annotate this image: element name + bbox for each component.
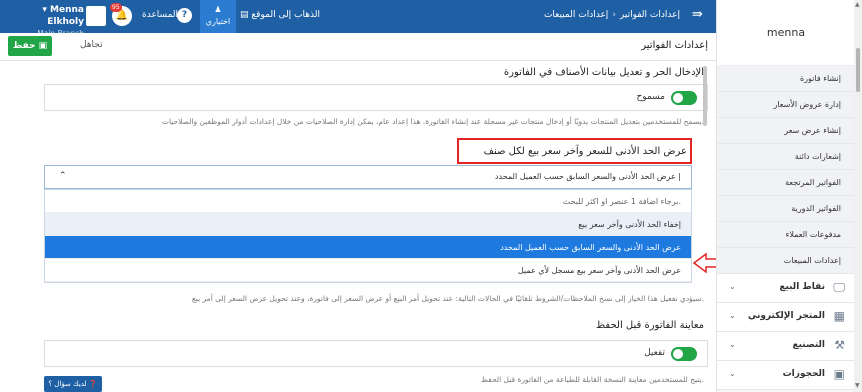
store-icon: ▦ bbox=[833, 309, 845, 323]
preview-toggle-label: تفعيل bbox=[644, 348, 665, 358]
calendar-icon: ▣ bbox=[833, 367, 845, 381]
sidebar-item-manage-quotes[interactable]: إدارة عروض الأسعار bbox=[717, 92, 855, 118]
free-entry-box: مسموح bbox=[44, 84, 708, 111]
sidebar-item-create-invoice[interactable]: إنشاء فاتورة bbox=[717, 66, 855, 92]
preview-toggle[interactable] bbox=[671, 347, 697, 361]
sidebar-item-create-quote[interactable]: إنشاء عرض سعر bbox=[717, 118, 855, 144]
sidebar-group-label: المتجر الإلكتروني bbox=[747, 311, 825, 321]
breadcrumb-separator-icon: ‹ bbox=[612, 10, 616, 20]
sidebar-item-returned-invoices[interactable]: الفواتير المرتجعة bbox=[717, 170, 855, 196]
sidebar-group-store[interactable]: ▦ المتجر الإلكتروني ⌄ bbox=[717, 303, 855, 332]
user-menu-caret: ▾ bbox=[42, 5, 47, 15]
sidebar-item-recurring-invoices[interactable]: الفواتير الدورية bbox=[717, 196, 855, 222]
chevron-down-icon: ⌄ bbox=[729, 340, 736, 349]
preview-title: معاينة الفاتورة قبل الحفظ bbox=[595, 320, 704, 331]
chevron-down-icon: ⌄ bbox=[729, 282, 736, 291]
person-icon: ♟ bbox=[214, 5, 222, 14]
ask-question-button[interactable]: لديك سؤال ؟ ❓ bbox=[44, 376, 102, 392]
sidebar-toggle-icon[interactable]: ⇛ bbox=[692, 7, 703, 22]
chevron-down-icon: ⌄ bbox=[729, 311, 736, 320]
scroll-up-icon[interactable]: ▲ bbox=[855, 1, 860, 8]
min-price-select[interactable]: ⌃ عرض الحد الأدنى والسعر السابق حسب العم… bbox=[44, 165, 692, 189]
save-button[interactable]: حفظ ▣ bbox=[8, 36, 52, 56]
breadcrumb-current: إعدادات الفواتير bbox=[619, 10, 680, 20]
free-entry-title: الإدخال الحر و تعديل بيانات الأصناف في ا… bbox=[503, 67, 704, 78]
floppy-icon: ▣ bbox=[38, 41, 48, 51]
sidebar-item-customer-payments[interactable]: مدفوعات العملاء bbox=[717, 222, 855, 248]
sidebar-item-sales-settings[interactable]: إعدادات المبيعات bbox=[717, 248, 855, 274]
monitor-icon: ▤ bbox=[240, 10, 249, 20]
preferences-label: اختياري bbox=[205, 17, 231, 26]
sidebar-group-manufacturing[interactable]: ⚒ التصنيع ⌄ bbox=[717, 332, 855, 361]
breadcrumb: إعدادات الفواتير‹ إعدادات المبيعات bbox=[440, 10, 680, 20]
sidebar-group-label: الحجوزات bbox=[782, 369, 825, 379]
goto-site-link[interactable]: ▤ الذهاب إلى الموقع bbox=[240, 10, 320, 20]
min-price-options: برجاء اضافة 1 عنصر او اكثر للبحث. إخفاء … bbox=[44, 189, 692, 283]
sidebar-group-bookings[interactable]: ▣ الحجوزات ⌄ bbox=[717, 361, 855, 390]
page-scrollbar[interactable]: ▲ ▼ bbox=[854, 0, 862, 392]
help-icon[interactable]: ? bbox=[177, 8, 192, 23]
min-price-hint: سيؤدي تفعيل هذا الخيار إلى نسخ الملاحظات… bbox=[191, 294, 704, 303]
notifications-icon[interactable]: 🔔 95 bbox=[110, 3, 132, 26]
sidebar-list: إنشاء فاتورة إدارة عروض الأسعار إنشاء عر… bbox=[717, 66, 855, 390]
save-label: حفظ bbox=[12, 41, 36, 51]
content-scroll-thumb[interactable] bbox=[703, 66, 707, 126]
sidebar-group-label: نقاط البيع bbox=[779, 282, 825, 292]
preferences-button[interactable]: ♟ اختياري bbox=[200, 0, 236, 33]
ask-question-label: لديك سؤال ؟ bbox=[48, 380, 87, 388]
brand-name[interactable]: menna bbox=[717, 0, 855, 66]
search-hint-option: برجاء اضافة 1 عنصر او اكثر للبحث. bbox=[45, 190, 691, 213]
help-link[interactable]: المساعدة bbox=[142, 10, 178, 20]
pos-icon: 🖵 bbox=[833, 280, 845, 294]
sidebar-group-pos[interactable]: 🖵 نقاط البيع ⌄ bbox=[717, 274, 855, 303]
sidebar-item-credit-notes[interactable]: إشعارات دائنة bbox=[717, 144, 855, 170]
free-entry-toggle[interactable] bbox=[671, 91, 697, 105]
goto-site-label: الذهاب إلى الموقع bbox=[251, 10, 320, 20]
sidebar-group-label: التصنيع bbox=[792, 340, 825, 350]
notification-badge: 95 bbox=[110, 3, 122, 12]
top-bar: ▾ Menna Elkholy Main Branch 🔔95 المساعدة… bbox=[0, 0, 716, 38]
page-scroll-thumb[interactable] bbox=[856, 48, 860, 92]
app-switcher-icon[interactable] bbox=[86, 6, 106, 26]
min-price-selected-value: عرض الحد الأدنى والسعر السابق حسب العميل… bbox=[494, 172, 681, 181]
tools-icon: ⚒ bbox=[834, 338, 845, 352]
option-show-by-customer[interactable]: عرض الحد الأدنى والسعر السابق حسب العميل… bbox=[45, 236, 691, 259]
highlight-box bbox=[457, 138, 692, 164]
sidebar: menna إنشاء فاتورة إدارة عروض الأسعار إن… bbox=[716, 0, 855, 392]
scroll-down-icon[interactable]: ▼ bbox=[855, 382, 860, 389]
action-bar: حفظ ▣ تجاهل إعدادات الفواتير bbox=[0, 33, 716, 61]
option-show-any-customer[interactable]: عرض الحد الأدنى وآخر سعر بيع مسجل لأي عم… bbox=[45, 259, 691, 282]
preview-box: تفعيل bbox=[44, 340, 708, 367]
breadcrumb-parent[interactable]: إعدادات المبيعات bbox=[544, 10, 608, 20]
question-icon: ❓ bbox=[88, 380, 98, 388]
page-title: إعدادات الفواتير bbox=[641, 40, 708, 51]
user-name: Menna Elkholy bbox=[47, 5, 84, 27]
option-hide-min-price[interactable]: إخفاء الحد الأدنى وآخر سعر بيع bbox=[45, 213, 691, 236]
free-entry-toggle-label: مسموح bbox=[636, 92, 665, 102]
free-entry-hint: يسمح للمستخدمين بتعديل المنتجات يدويًا أ… bbox=[161, 117, 704, 126]
chevron-up-icon[interactable]: ⌃ bbox=[59, 171, 67, 181]
preview-hint: يتيح للمستخدمين معاينة النسخة القابلة لل… bbox=[481, 375, 704, 384]
content-scrollbar[interactable] bbox=[702, 66, 708, 392]
chevron-down-icon: ⌄ bbox=[729, 369, 736, 378]
ignore-button[interactable]: تجاهل bbox=[80, 40, 103, 50]
